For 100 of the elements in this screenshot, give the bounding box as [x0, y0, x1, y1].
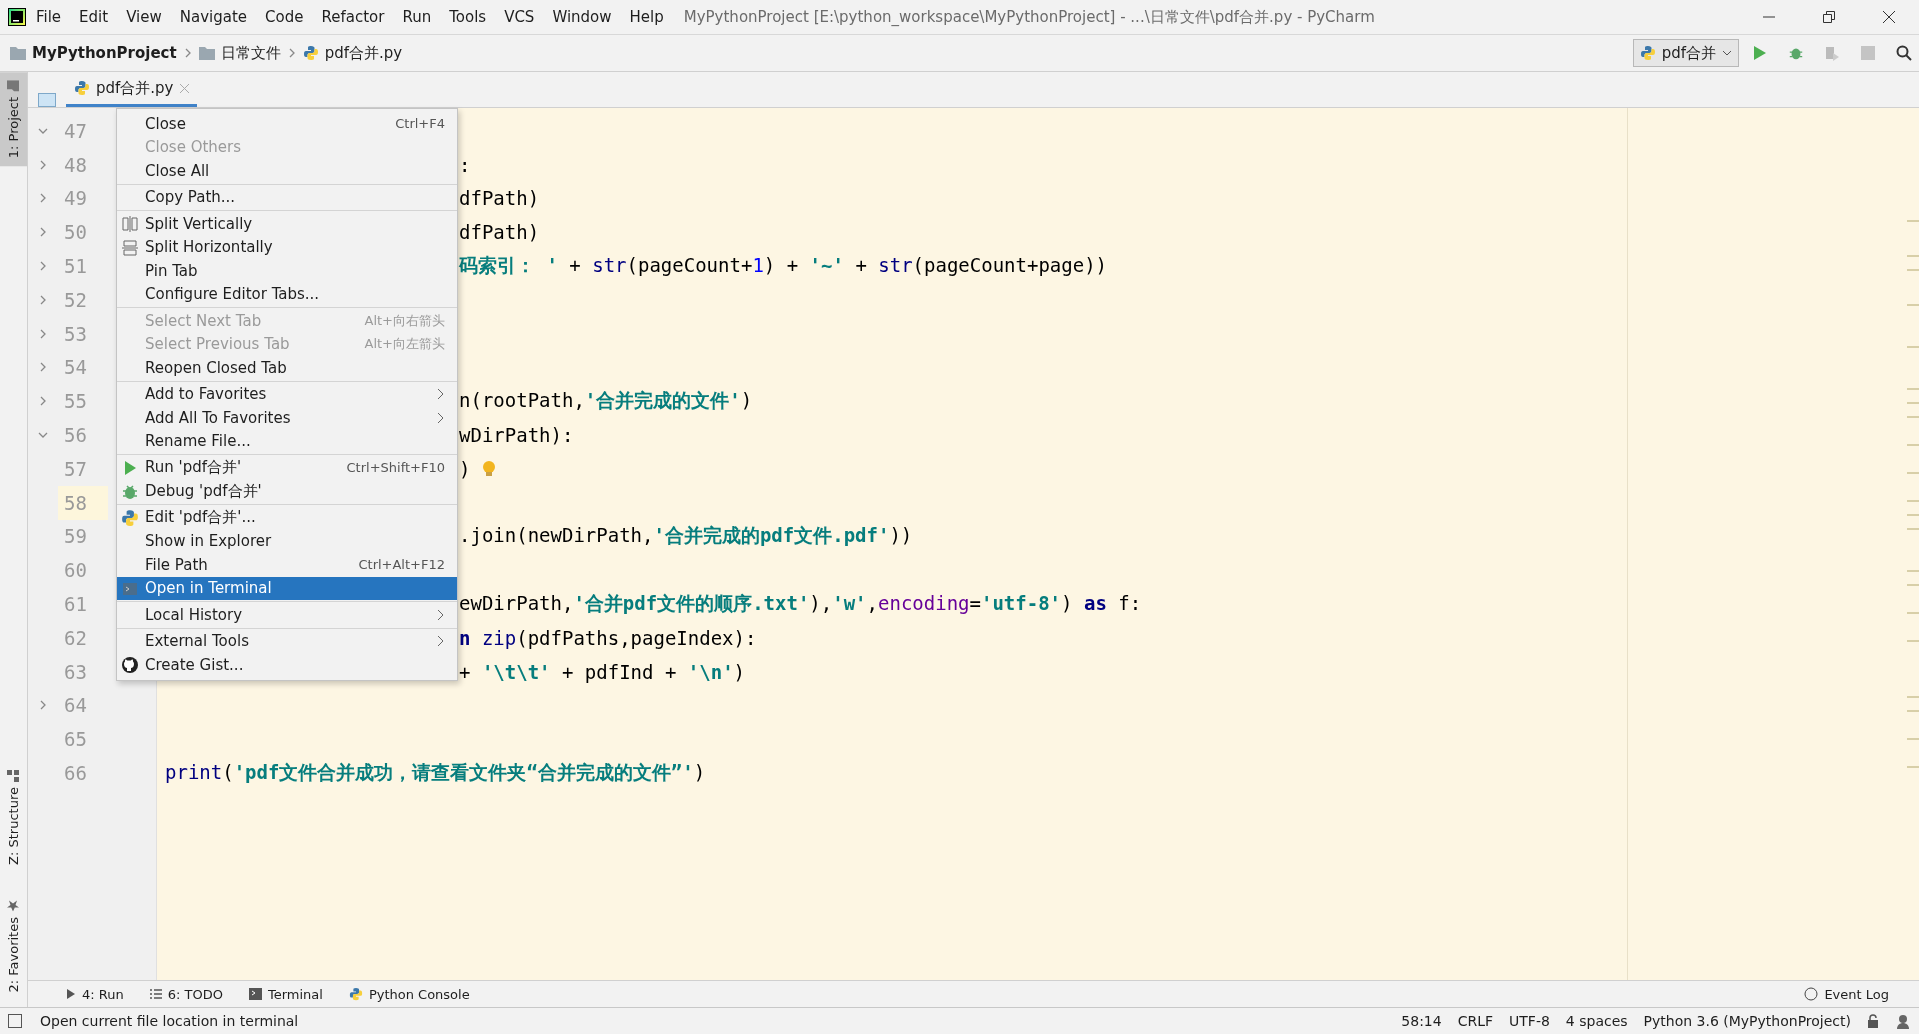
- code-line: :: [459, 153, 471, 176]
- line-number: 57: [63, 456, 88, 482]
- tool-window-button[interactable]: 6: TODO: [149, 986, 223, 1002]
- run-configuration-dropdown[interactable]: pdf合并: [1632, 39, 1739, 67]
- project-view-icon[interactable]: [38, 93, 56, 107]
- menu-item[interactable]: Split Vertically: [117, 212, 457, 236]
- code-line: n zip(pdfPaths,pageIndex):: [459, 626, 757, 649]
- line-number: 48: [63, 152, 88, 178]
- breadcrumb[interactable]: MyPythonProject: [32, 44, 177, 62]
- line-number: 56: [63, 423, 88, 449]
- menu-item[interactable]: Tools: [441, 8, 495, 26]
- coverage-icon[interactable]: [1824, 45, 1840, 61]
- code-line: .join(newDirPath,'合并完成的pdf文件.pdf')): [459, 523, 913, 549]
- line-number: 53: [63, 321, 88, 347]
- lightbulb-icon[interactable]: [482, 459, 497, 478]
- line-number: 66: [63, 761, 88, 787]
- menu-item[interactable]: Open in Terminal: [117, 576, 457, 600]
- inspector-icon[interactable]: [1895, 1013, 1911, 1029]
- line-number: 63: [63, 659, 88, 685]
- line-number: 52: [63, 287, 88, 313]
- code-line: n(rootPath,'合并完成的文件'): [459, 388, 753, 414]
- python-icon: [1639, 45, 1656, 61]
- menu-item[interactable]: Code: [257, 8, 312, 26]
- lock-icon[interactable]: [1867, 1014, 1879, 1028]
- menu-item[interactable]: Add to Favorites: [117, 382, 457, 406]
- menu-item[interactable]: Create Gist...: [117, 653, 457, 677]
- menu-item[interactable]: Split Horizontally: [117, 235, 457, 259]
- status-item[interactable]: CRLF: [1457, 1013, 1494, 1029]
- menu-item[interactable]: VCS: [496, 8, 543, 26]
- code-line: dfPath): [459, 221, 540, 244]
- menu-item[interactable]: File: [28, 8, 70, 26]
- python-file-icon: [302, 45, 319, 61]
- terminal-icon: [248, 988, 262, 1000]
- caret-icon: [1722, 49, 1732, 57]
- menu-item[interactable]: External Tools: [117, 629, 457, 653]
- split-horizontal-icon: [121, 238, 139, 257]
- line-number: 54: [63, 355, 88, 381]
- breadcrumb[interactable]: pdf合并.py: [324, 43, 403, 63]
- split-vertical-icon: [121, 215, 139, 233]
- menu-item[interactable]: File Path Ctrl+Alt+F12: [117, 553, 457, 577]
- github-icon: [121, 656, 139, 674]
- tool-window-button[interactable]: Terminal: [248, 986, 323, 1002]
- search-icon[interactable]: [1896, 45, 1912, 61]
- folder-icon: [198, 46, 215, 60]
- line-number: 58: [58, 485, 108, 520]
- status-item[interactable]: 4 spaces: [1565, 1013, 1628, 1029]
- menu-item[interactable]: View: [118, 8, 170, 26]
- line-number: 64: [63, 693, 88, 719]
- tool-window-tab[interactable]: 1: Project: [0, 72, 27, 167]
- line-number: 65: [63, 727, 88, 753]
- close-icon: [1883, 11, 1895, 23]
- line-number: 60: [63, 558, 88, 584]
- menu-item[interactable]: Edit: [71, 8, 117, 26]
- menu-item[interactable]: Edit 'pdf合并'...: [117, 506, 457, 530]
- menu-item[interactable]: Show in Explorer: [117, 529, 457, 553]
- menu-item[interactable]: Pin Tab: [117, 259, 457, 283]
- tool-window-label: 1: Project: [6, 97, 21, 159]
- code-line: dfPath): [459, 187, 540, 210]
- menu-item[interactable]: Run 'pdf合并' Ctrl+Shift+F10: [117, 456, 457, 480]
- run-icon: [66, 988, 76, 1000]
- menu-item[interactable]: Help: [621, 8, 672, 26]
- menu-item[interactable]: Navigate: [171, 8, 256, 26]
- breadcrumb[interactable]: 日常文件: [220, 43, 281, 63]
- tool-window-button[interactable]: Python Console: [348, 986, 470, 1002]
- status-item[interactable]: UTF-8: [1509, 1013, 1550, 1029]
- status-item[interactable]: 58:14: [1401, 1013, 1442, 1029]
- python-icon: [348, 987, 363, 1001]
- menu-item[interactable]: Local History: [117, 603, 457, 627]
- event-log-button[interactable]: Event Log: [1804, 986, 1889, 1002]
- tool-window-tab[interactable]: Z: Structure: [0, 761, 27, 873]
- menu-item[interactable]: Close Ctrl+F4: [117, 112, 457, 136]
- menu-item[interactable]: Reopen Closed Tab: [117, 356, 457, 380]
- tool-window-label: 2: Favorites: [6, 917, 21, 993]
- toggle-tool-windows-icon[interactable]: [8, 1014, 22, 1028]
- menu-item[interactable]: Window: [544, 8, 620, 26]
- app-logo-icon: [8, 8, 26, 26]
- list-icon: [149, 988, 162, 1000]
- menu-item[interactable]: Add All To Favorites: [117, 406, 457, 430]
- star-icon: [7, 900, 20, 913]
- menu-item[interactable]: Close All: [117, 159, 457, 183]
- code-line: print('pdf文件合并成功，请查看文件夹“合并完成的文件”'): [165, 760, 706, 786]
- structure-icon: [7, 769, 20, 782]
- line-number: 61: [63, 592, 88, 618]
- menu-item[interactable]: Debug 'pdf合并': [117, 479, 457, 503]
- window-title: MyPythonProject [E:\python_workspace\MyPythonProject] - ...\日常文件\pdf合并.py - PyCharm: [683, 7, 1375, 27]
- menu-item[interactable]: Copy Path...: [117, 185, 457, 209]
- folder-icon: [7, 80, 20, 92]
- menu-item[interactable]: Rename File...: [117, 429, 457, 453]
- line-number: 50: [63, 220, 88, 246]
- close-icon: [179, 83, 189, 93]
- tool-window-button[interactable]: 4: Run: [66, 986, 124, 1002]
- line-number: 51: [63, 254, 88, 280]
- menu-item[interactable]: Refactor: [313, 8, 393, 26]
- code-line: ewDirPath,'合并pdf文件的顺序.txt'),'w',encoding='utf-8') as f:: [459, 591, 1142, 617]
- run-icon[interactable]: [1753, 45, 1767, 61]
- tool-window-tab[interactable]: 2: Favorites: [0, 892, 27, 1001]
- menu-item[interactable]: Run: [394, 8, 440, 26]
- menu-item[interactable]: Configure Editor Tabs...: [117, 282, 457, 306]
- python-icon: [121, 509, 139, 527]
- status-item[interactable]: Python 3.6 (MyPythonProject): [1643, 1013, 1851, 1029]
